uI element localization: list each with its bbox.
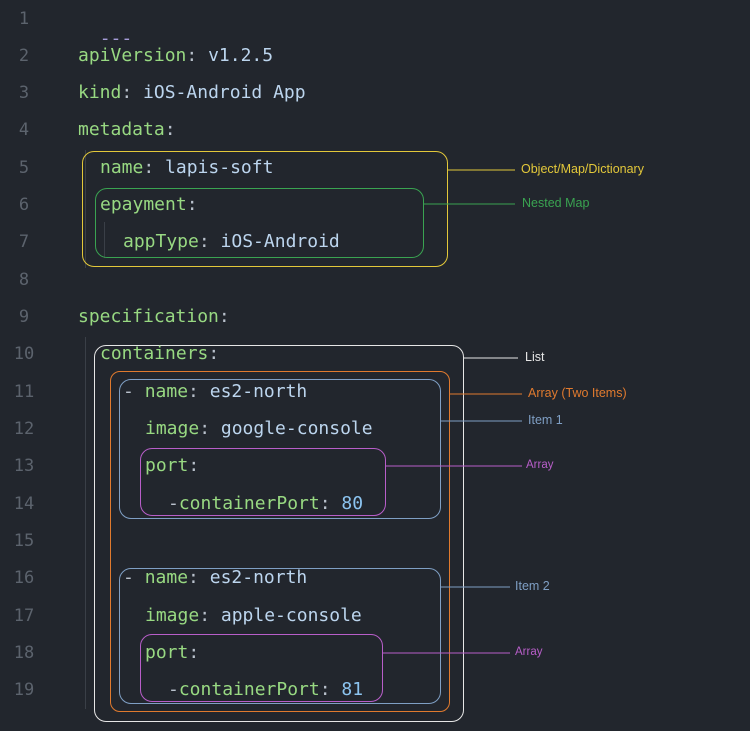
yaml-colon: : bbox=[188, 455, 200, 476]
code-line-19: -containerPort: 81 bbox=[168, 680, 363, 700]
yaml-value: iOS-Android bbox=[220, 231, 340, 252]
yaml-value: google-console bbox=[220, 418, 373, 439]
yaml-colon: : bbox=[199, 605, 211, 626]
line-number: 5 bbox=[18, 158, 30, 178]
code-line-5: name: lapis-soft bbox=[100, 158, 273, 178]
yaml-key: containers bbox=[100, 343, 209, 364]
yaml-number: 80 bbox=[341, 493, 364, 514]
code-line-9: specification: bbox=[78, 307, 230, 327]
line-number: 12 bbox=[13, 419, 35, 439]
yaml-colon: : bbox=[188, 642, 200, 663]
code-line-18: port: bbox=[145, 643, 199, 663]
code-line-14: -containerPort: 80 bbox=[168, 494, 363, 514]
list-dash: - bbox=[168, 679, 179, 700]
yaml-key: name bbox=[100, 157, 144, 178]
code-line-17: image: apple-console bbox=[145, 606, 362, 626]
yaml-key: appType bbox=[123, 231, 199, 252]
yaml-colon: : bbox=[188, 381, 199, 402]
yaml-colon: : bbox=[218, 306, 230, 327]
line-number: 14 bbox=[13, 494, 35, 514]
code-line-1: --- bbox=[78, 9, 133, 49]
line-number: 11 bbox=[13, 382, 35, 402]
line-number: 1 bbox=[18, 9, 30, 29]
indent-guide bbox=[85, 337, 86, 709]
yaml-colon: : bbox=[199, 418, 211, 439]
code-line-6: epayment: bbox=[100, 195, 198, 215]
line-number: 17 bbox=[13, 606, 35, 626]
yaml-key: image bbox=[145, 418, 200, 439]
line-number: 9 bbox=[18, 307, 30, 327]
line-number: 13 bbox=[13, 456, 35, 476]
yaml-key: specification bbox=[78, 306, 219, 327]
line-number: 16 bbox=[13, 568, 35, 588]
yaml-value: lapis-soft bbox=[165, 157, 274, 178]
code-line-16: - name: es2-north bbox=[123, 568, 307, 588]
yaml-colon: : bbox=[319, 679, 331, 700]
yaml-value: iOS-Android App bbox=[143, 82, 306, 103]
line-number: 18 bbox=[13, 643, 35, 663]
line-number: 6 bbox=[18, 195, 30, 215]
line-number: 3 bbox=[18, 83, 30, 103]
list-dash: - bbox=[123, 567, 134, 588]
line-number: 19 bbox=[13, 680, 35, 700]
line-number: 7 bbox=[18, 232, 30, 252]
yaml-colon: : bbox=[186, 45, 198, 66]
code-line-11: - name: es2-north bbox=[123, 382, 307, 402]
yaml-value: es2-north bbox=[209, 381, 308, 402]
yaml-value: es2-north bbox=[209, 567, 308, 588]
line-number: 10 bbox=[13, 344, 35, 364]
yaml-colon: : bbox=[198, 231, 210, 252]
yaml-colon: : bbox=[319, 493, 331, 514]
code-line-10: containers: bbox=[100, 344, 219, 364]
code-line-12: image: google-console bbox=[145, 419, 373, 439]
yaml-key: containerPort bbox=[178, 679, 320, 700]
code-line-2: apiVersion: v1.2.5 bbox=[78, 46, 273, 66]
yaml-colon: : bbox=[186, 194, 198, 215]
yaml-key: epayment bbox=[100, 194, 187, 215]
yaml-key: name bbox=[144, 381, 189, 402]
object-map-label: Object/Map/Dictionary bbox=[521, 162, 644, 176]
yaml-key: kind bbox=[78, 82, 122, 103]
yaml-value: v1.2.5 bbox=[208, 45, 274, 66]
yaml-key: image bbox=[145, 605, 200, 626]
yaml-key: name bbox=[144, 567, 189, 588]
array-two-items-label: Array (Two Items) bbox=[528, 386, 627, 400]
array-1-label: Array bbox=[526, 459, 554, 471]
line-number: 8 bbox=[18, 270, 30, 290]
array-2-label: Array bbox=[515, 646, 543, 658]
code-line-3: kind: iOS-Android App bbox=[78, 83, 306, 103]
line-number-gutter: 1 2 3 4 5 6 7 8 9 10 11 12 13 14 15 16 1… bbox=[0, 0, 60, 731]
yaml-key: apiVersion bbox=[78, 45, 187, 66]
nested-map-label: Nested Map bbox=[522, 196, 590, 210]
code-line-7: appType: iOS-Android bbox=[123, 232, 340, 252]
yaml-number: 81 bbox=[341, 679, 364, 700]
yaml-value: apple-console bbox=[220, 605, 362, 626]
code-line-13: port: bbox=[145, 456, 199, 476]
yaml-colon: : bbox=[143, 157, 155, 178]
yaml-colon: : bbox=[208, 343, 220, 364]
line-number: 2 bbox=[18, 46, 30, 66]
list-dash: - bbox=[123, 381, 134, 402]
yaml-colon: : bbox=[164, 119, 176, 140]
yaml-colon: : bbox=[188, 567, 199, 588]
yaml-key: containerPort bbox=[178, 493, 320, 514]
list-label: List bbox=[525, 350, 545, 364]
yaml-key: port bbox=[145, 642, 189, 663]
code-line-4: metadata: bbox=[78, 120, 176, 140]
item-2-label: Item 2 bbox=[515, 579, 550, 593]
item-1-label: Item 1 bbox=[528, 413, 563, 427]
yaml-key: metadata bbox=[78, 119, 165, 140]
yaml-colon: : bbox=[121, 82, 133, 103]
list-dash: - bbox=[168, 493, 179, 514]
line-number: 4 bbox=[18, 120, 30, 140]
yaml-key: port bbox=[145, 455, 189, 476]
line-number: 15 bbox=[13, 531, 35, 551]
